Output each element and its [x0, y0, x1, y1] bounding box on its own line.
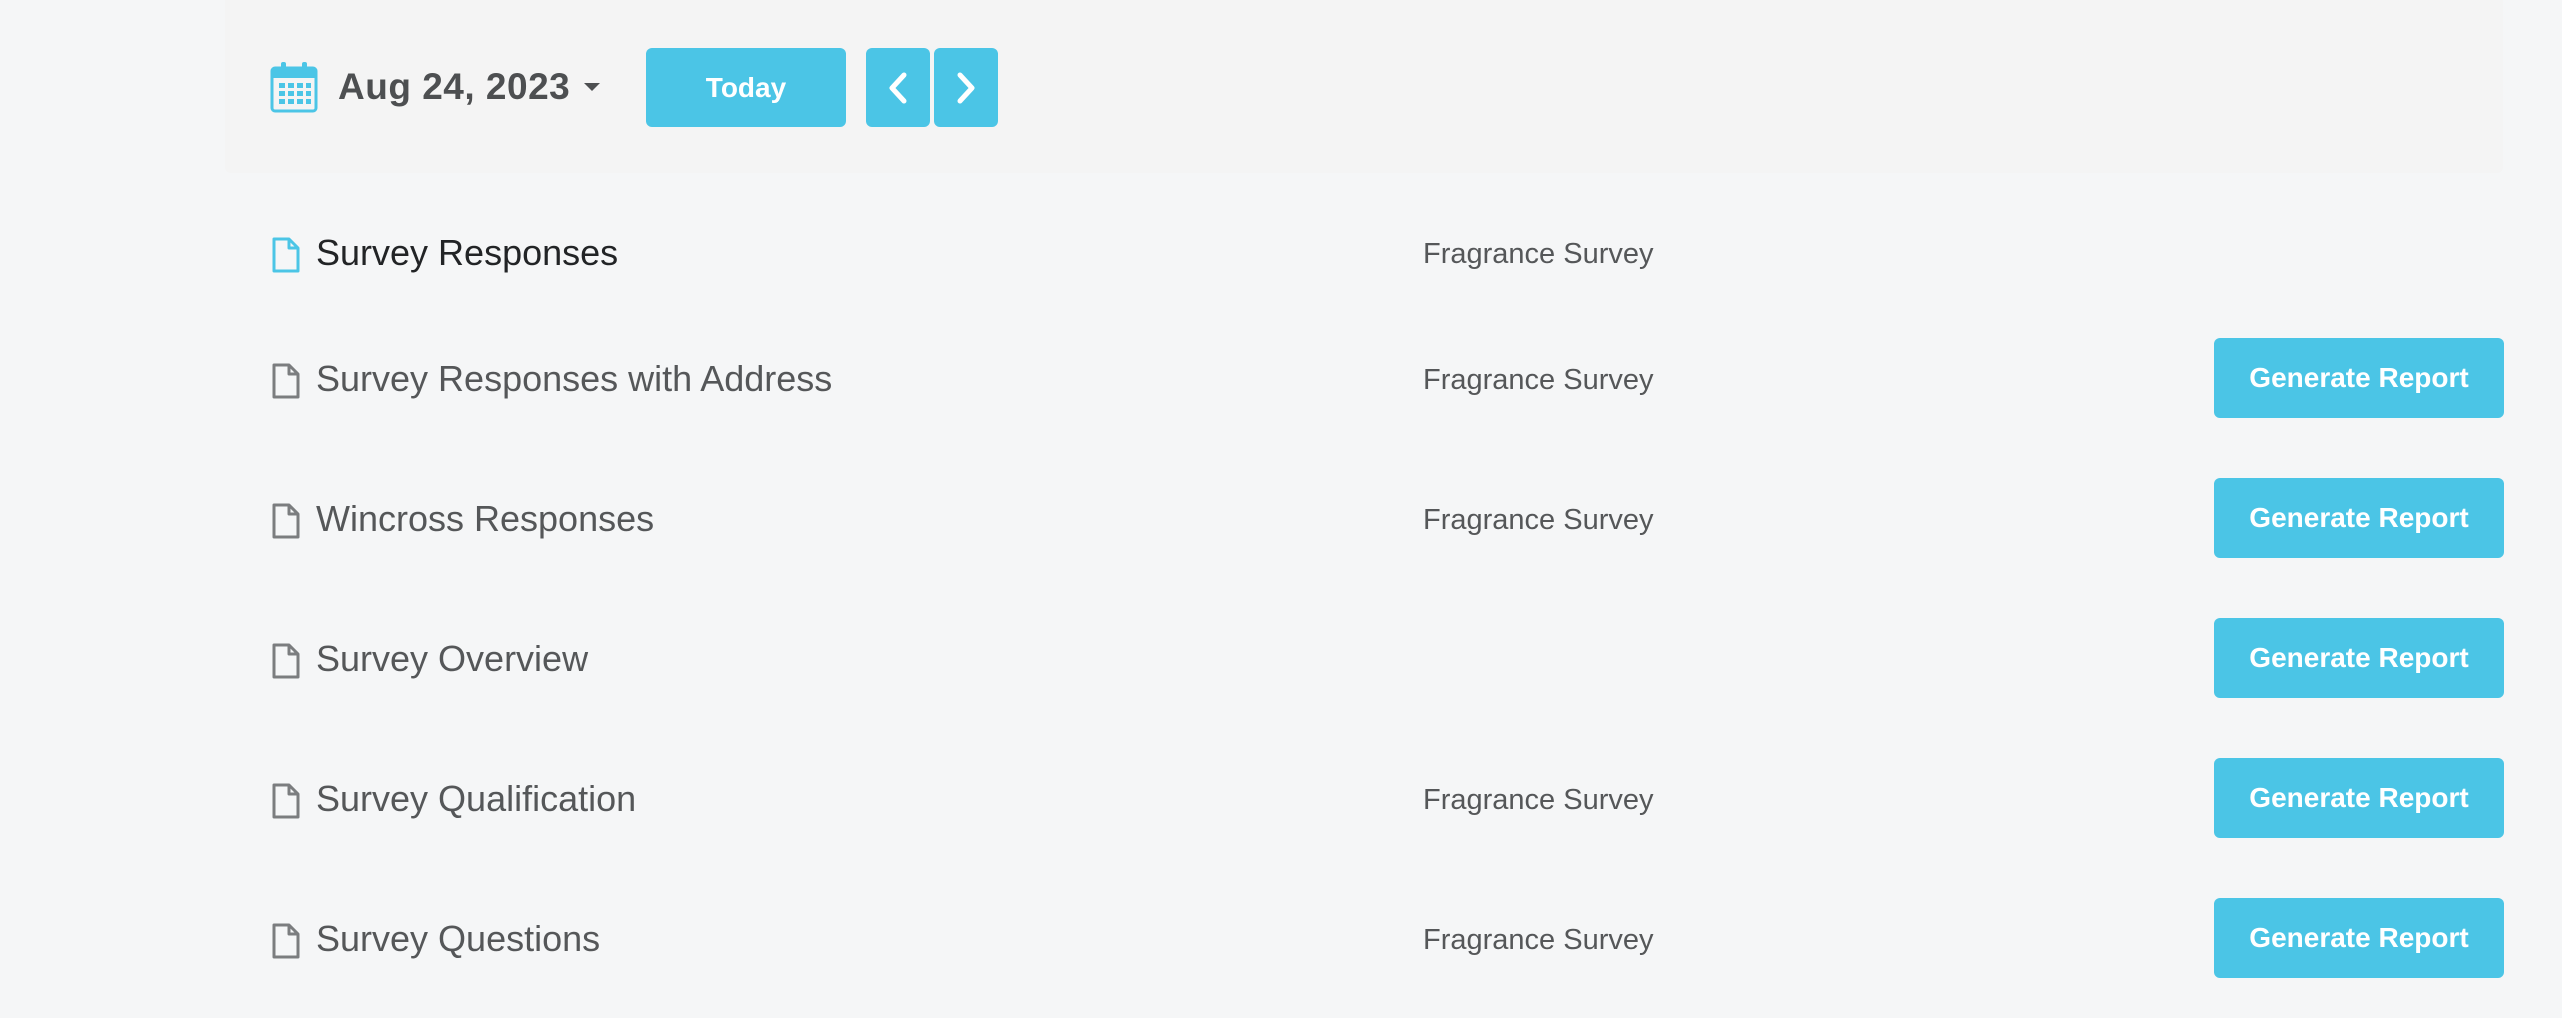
document-icon — [272, 923, 300, 959]
chevron-left-icon — [889, 72, 907, 103]
report-title: Survey Questions — [316, 918, 601, 959]
document-icon — [272, 503, 300, 539]
survey-name: Fragrance Survey — [1423, 784, 1654, 816]
chevron-down-icon — [584, 83, 601, 91]
document-icon — [272, 643, 300, 679]
today-button[interactable]: Today — [646, 48, 846, 127]
calendar-icon — [270, 62, 318, 113]
document-icon — [272, 237, 300, 273]
date-picker[interactable]: Aug 24, 2023 — [270, 62, 601, 113]
survey-name: Fragrance Survey — [1423, 504, 1654, 536]
generate-report-button[interactable]: Generate Report — [2214, 898, 2504, 978]
survey-name: Fragrance Survey — [1423, 364, 1654, 396]
survey-name: Fragrance Survey — [1423, 924, 1654, 956]
chevron-right-icon — [957, 72, 975, 103]
generate-report-button[interactable]: Generate Report — [2214, 618, 2504, 698]
previous-day-button[interactable] — [866, 48, 930, 127]
document-icon — [272, 363, 300, 399]
report-row-wincross-responses[interactable]: Wincross Responses Fragrance Survey Gene… — [0, 478, 2562, 588]
report-page: Aug 24, 2023 Today Survey Responses Frag… — [0, 0, 2562, 1018]
report-row-survey-questions[interactable]: Survey Questions Fragrance Survey Genera… — [0, 898, 2562, 1008]
document-icon — [272, 783, 300, 819]
report-title: Survey Qualification — [316, 778, 637, 819]
report-title: Wincross Responses — [316, 498, 655, 539]
report-row-survey-responses[interactable]: Survey Responses Fragrance Survey — [0, 222, 2562, 322]
report-row-survey-responses-with-address[interactable]: Survey Responses with Address Fragrance … — [0, 338, 2562, 448]
report-row-survey-qualification[interactable]: Survey Qualification Fragrance Survey Ge… — [0, 758, 2562, 868]
next-day-button[interactable] — [934, 48, 998, 127]
generate-report-button[interactable]: Generate Report — [2214, 478, 2504, 558]
generate-report-button[interactable]: Generate Report — [2214, 338, 2504, 418]
report-title: Survey Responses with Address — [316, 358, 833, 399]
generate-report-button[interactable]: Generate Report — [2214, 758, 2504, 838]
report-row-survey-overview[interactable]: Survey Overview Generate Report — [0, 618, 2562, 728]
report-title: Survey Responses — [316, 232, 619, 273]
survey-name: Fragrance Survey — [1423, 238, 1654, 270]
report-title: Survey Overview — [316, 638, 589, 679]
selected-date: Aug 24, 2023 — [338, 66, 571, 107]
